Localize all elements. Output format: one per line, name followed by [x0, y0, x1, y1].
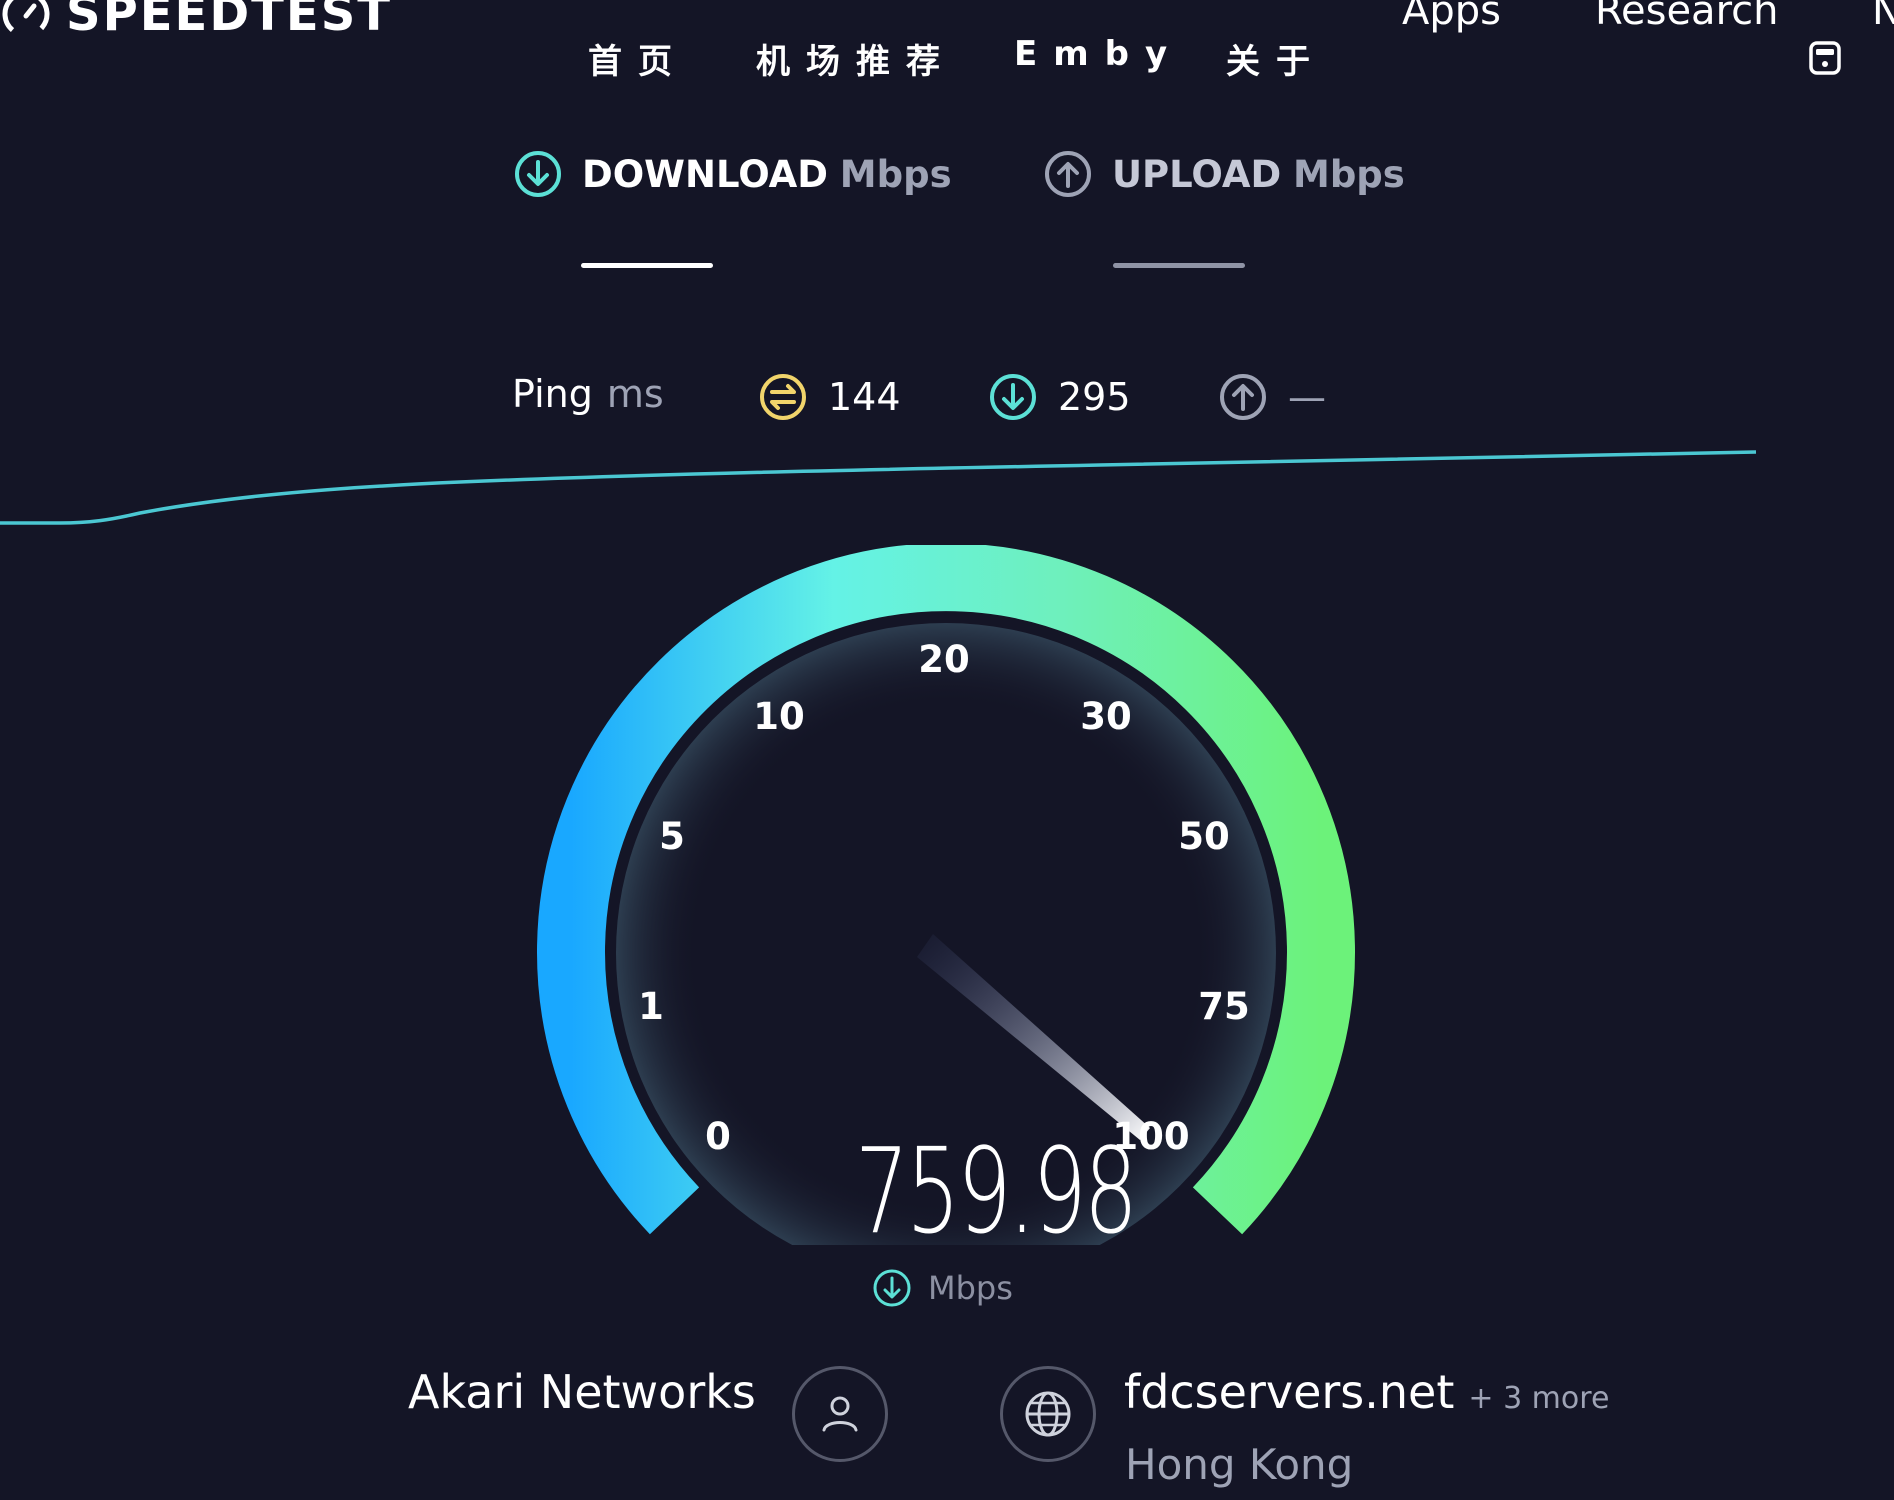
ping-upload: —: [1218, 372, 1326, 422]
train-icon[interactable]: [1807, 40, 1843, 76]
ping-idle: 144: [758, 372, 901, 422]
server-more-link[interactable]: + 3 more: [1468, 1381, 1609, 1416]
server-name: fdcservers.net: [1124, 1365, 1455, 1419]
isp-name: Akari Networks: [408, 1365, 756, 1419]
upload-icon: [1045, 151, 1091, 197]
nav-airport-recommend[interactable]: 机场推荐: [756, 34, 956, 83]
nav-research[interactable]: Research: [1595, 0, 1778, 34]
gauge-tick-75: 75: [1198, 985, 1250, 1028]
server-host: fdcservers.net + 3 more: [1124, 1365, 1609, 1419]
tab-download-unit: Mbps: [839, 152, 952, 196]
tab-download-label: DOWNLOAD: [582, 152, 829, 196]
logo-text: SPEEDTEST: [66, 0, 393, 42]
gauge-tick-0: 0: [705, 1115, 731, 1158]
isp-button[interactable]: [792, 1366, 888, 1462]
tab-upload-unit: Mbps: [1293, 152, 1405, 196]
user-icon: [822, 1396, 858, 1432]
speed-download-icon: [873, 1269, 911, 1307]
nav-truncated[interactable]: N: [1872, 0, 1894, 34]
ping-download-value: 295: [1058, 375, 1131, 419]
ping-upload-value: —: [1288, 375, 1326, 419]
ping-label: Ping: [512, 372, 593, 416]
ping-download-icon: [990, 374, 1036, 420]
ping-upload-icon: [1220, 374, 1266, 420]
speed-unit: Mbps: [872, 1268, 1013, 1308]
ping-unit: ms: [606, 372, 664, 416]
download-icon: [515, 151, 561, 197]
ping-label-group: Ping ms: [512, 372, 664, 416]
tab-upload-label: UPLOAD: [1112, 152, 1282, 196]
gauge-tick-30: 30: [1080, 695, 1132, 738]
ping-idle-icon: [760, 374, 806, 420]
gauge-tick-1: 1: [638, 985, 664, 1028]
server-location: Hong Kong: [1125, 1440, 1354, 1489]
speed-graph-line: [0, 450, 1757, 525]
ping-download: 295: [988, 372, 1131, 422]
tab-upload-underline: [1113, 263, 1245, 268]
gauge-tick-50: 50: [1178, 815, 1230, 858]
gauge-tick-10: 10: [753, 695, 805, 738]
tab-download-underline: [581, 263, 713, 268]
speedometer-logo-icon: [2, 0, 50, 38]
server-button[interactable]: [1000, 1366, 1096, 1462]
speed-value: 759.98: [855, 1122, 1138, 1260]
nav-apps[interactable]: Apps: [1402, 0, 1501, 34]
tab-download[interactable]: DOWNLOAD Mbps: [514, 150, 952, 198]
gauge-tick-5: 5: [659, 815, 685, 858]
tab-upload[interactable]: UPLOAD Mbps: [1044, 150, 1405, 198]
nav-about[interactable]: 关于: [1226, 34, 1326, 83]
speedtest-logo[interactable]: SPEEDTEST: [0, 0, 392, 42]
nav-emby[interactable]: Emby: [1014, 34, 1183, 74]
globe-icon: [1025, 1391, 1071, 1437]
gauge-tick-20: 20: [918, 638, 970, 681]
ping-idle-value: 144: [828, 375, 901, 419]
speed-unit-label: Mbps: [928, 1269, 1013, 1307]
nav-home[interactable]: 首页: [588, 34, 688, 83]
